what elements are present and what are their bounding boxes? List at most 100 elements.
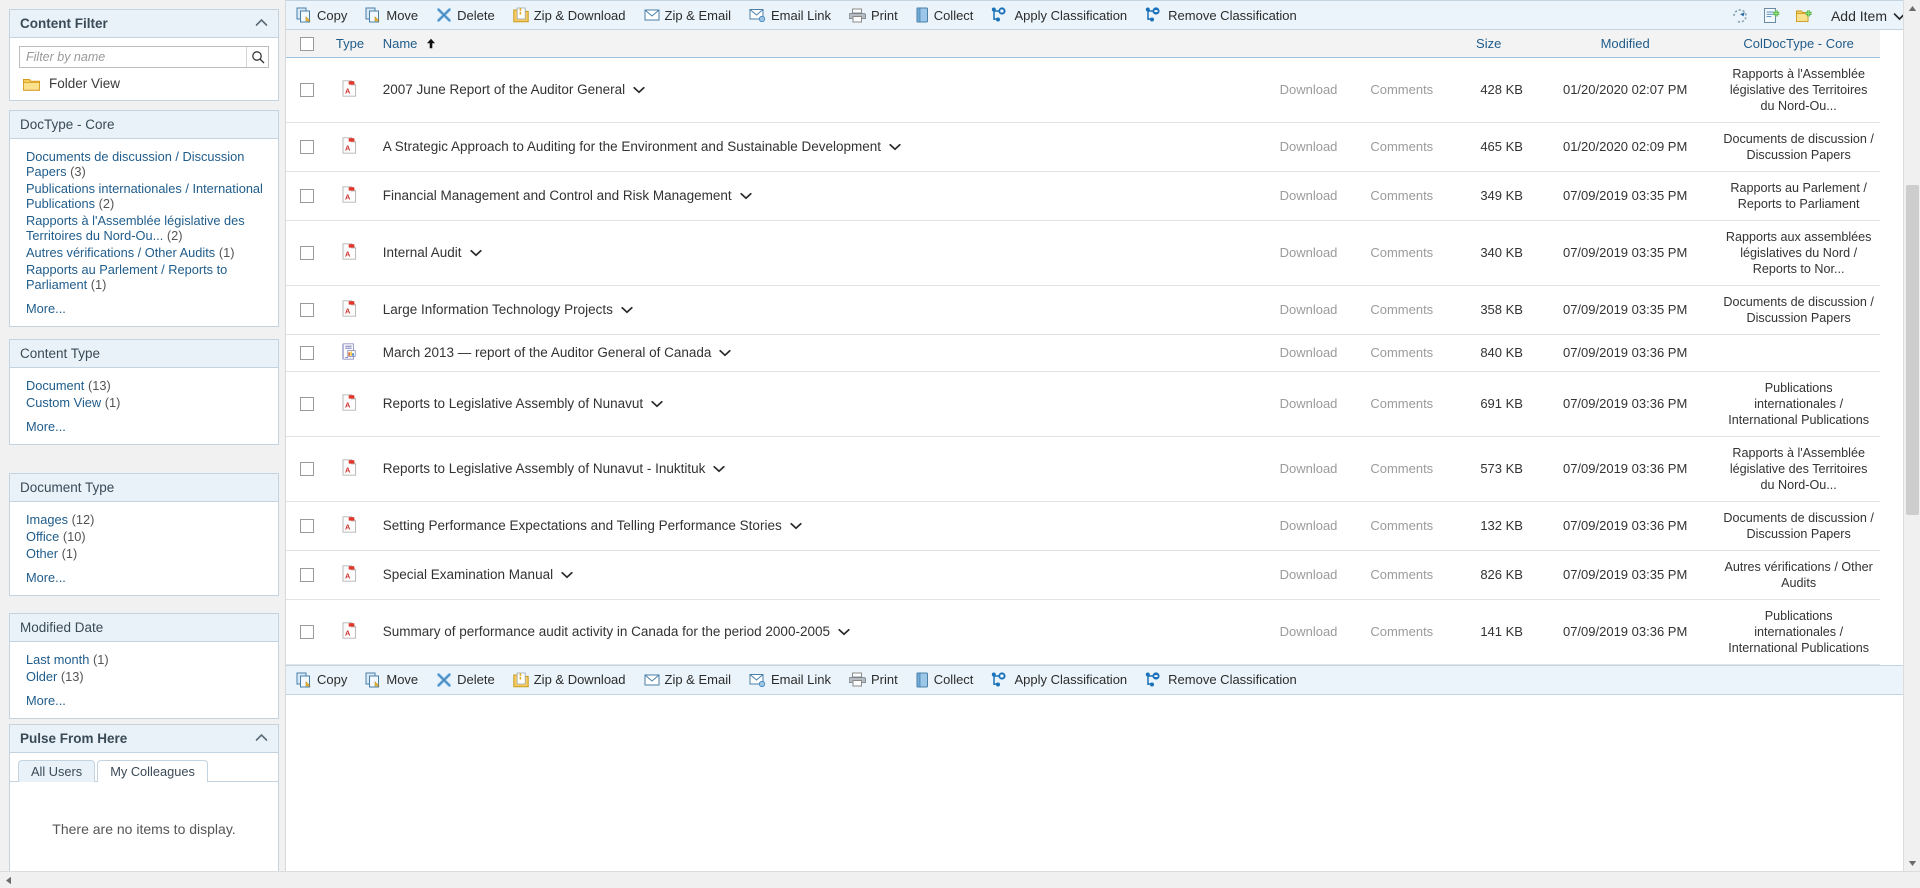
- folder-view-item[interactable]: Folder View: [10, 74, 278, 100]
- facet-item[interactable]: Older (13): [10, 668, 278, 685]
- chevron-down-icon[interactable]: [561, 569, 573, 581]
- scroll-left-button[interactable]: [0, 872, 17, 888]
- facet-more-link[interactable]: More...: [10, 411, 278, 434]
- pulse-header[interactable]: Pulse From Here: [10, 725, 278, 753]
- type-header[interactable]: Type: [327, 30, 373, 58]
- download-link[interactable]: Download: [1280, 139, 1338, 154]
- chevron-down-icon[interactable]: [651, 398, 663, 410]
- document-name-link[interactable]: Reports to Legislative Assembly of Nunav…: [383, 396, 643, 411]
- horizontal-scrollbar[interactable]: [0, 871, 1920, 888]
- select-all-checkbox[interactable]: [299, 37, 314, 52]
- toolbar-collect-button[interactable]: Collect: [910, 666, 986, 694]
- facet-item[interactable]: Documents de discussion / Discussion Pap…: [10, 148, 278, 180]
- row-checkbox[interactable]: [299, 83, 314, 98]
- download-link[interactable]: Download: [1280, 245, 1338, 260]
- document-name-link[interactable]: Special Examination Manual: [383, 567, 553, 582]
- toolbar-apply-classification-button[interactable]: Apply Classification: [985, 666, 1139, 694]
- download-link[interactable]: Download: [1280, 624, 1338, 639]
- chevron-down-icon[interactable]: [713, 463, 726, 475]
- facet-item-label[interactable]: Rapports au Parlement / Reports to Parli…: [26, 262, 227, 292]
- size-header-link[interactable]: Size: [1476, 36, 1501, 51]
- document-name-link[interactable]: Internal Audit: [383, 245, 462, 260]
- document-name-link[interactable]: March 2013 — report of the Auditor Gener…: [383, 345, 712, 360]
- row-checkbox[interactable]: [299, 303, 314, 318]
- table-row[interactable]: A Financial Management and Control and Ri…: [286, 171, 1880, 221]
- facet-item-label[interactable]: Documents de discussion / Discussion Pap…: [26, 149, 244, 179]
- toolbar-remove-classification-button[interactable]: Remove Classification: [1139, 666, 1309, 694]
- toolbar-copy-button[interactable]: Copy: [290, 1, 359, 29]
- facet-item-label[interactable]: Autres vérifications / Other Audits: [26, 245, 215, 260]
- comments-link[interactable]: Comments: [1370, 302, 1433, 317]
- chevron-down-icon[interactable]: [790, 520, 802, 532]
- document-name-link[interactable]: Summary of performance audit activity in…: [383, 624, 830, 639]
- comments-link[interactable]: Comments: [1370, 518, 1433, 533]
- vertical-scrollbar[interactable]: [1903, 0, 1920, 872]
- toolbar-move-button[interactable]: Move: [359, 1, 430, 29]
- toolbar-print-button[interactable]: Print: [843, 1, 910, 29]
- download-link[interactable]: Download: [1280, 82, 1338, 97]
- facet-item-label[interactable]: Images: [26, 512, 68, 527]
- facet-item[interactable]: Document (13): [10, 377, 278, 394]
- tab-my-colleagues[interactable]: My Colleagues: [97, 760, 208, 782]
- comments-link[interactable]: Comments: [1370, 82, 1433, 97]
- facet-item-label[interactable]: Rapports à l'Assemblée législative des T…: [26, 213, 245, 243]
- table-row[interactable]: A Large Information Technology Projects Do…: [286, 285, 1880, 335]
- scroll-down-button[interactable]: [1904, 855, 1920, 872]
- toolbar-zip-email-button[interactable]: Zip & Email: [638, 666, 743, 694]
- add-folder-icon[interactable]: [1795, 7, 1813, 25]
- comments-link[interactable]: Comments: [1370, 461, 1433, 476]
- facet-more-link[interactable]: More...: [10, 685, 278, 708]
- download-link[interactable]: Download: [1280, 518, 1338, 533]
- facet-more-link[interactable]: More...: [10, 293, 278, 316]
- row-checkbox[interactable]: [299, 140, 314, 155]
- facet-item[interactable]: Last month (1): [10, 651, 278, 668]
- comments-link[interactable]: Comments: [1370, 567, 1433, 582]
- toolbar-delete-button[interactable]: Delete: [430, 666, 507, 694]
- category-header-link[interactable]: ColDocType - Core: [1743, 36, 1854, 51]
- chevron-down-icon[interactable]: [633, 84, 645, 96]
- facet-item-label[interactable]: Office: [26, 529, 59, 544]
- facet-item-label[interactable]: Last month: [26, 652, 89, 667]
- comments-link[interactable]: Comments: [1370, 188, 1433, 203]
- document-name-link[interactable]: 2007 June Report of the Auditor General: [383, 82, 625, 97]
- facet-more-link[interactable]: More...: [10, 562, 278, 585]
- chevron-up-icon[interactable]: [255, 733, 268, 745]
- comments-link[interactable]: Comments: [1370, 624, 1433, 639]
- content-filter-header[interactable]: Content Filter: [10, 10, 278, 38]
- facet-item-label[interactable]: Other: [26, 546, 58, 561]
- toolbar-zip-email-button[interactable]: Zip & Email: [638, 1, 743, 29]
- facet-item[interactable]: Office (10): [10, 528, 278, 545]
- facet-header-3[interactable]: Modified Date: [10, 614, 278, 642]
- toolbar-apply-classification-button[interactable]: Apply Classification: [985, 1, 1139, 29]
- name-header[interactable]: Name: [372, 30, 1262, 58]
- chevron-down-icon[interactable]: [889, 141, 901, 153]
- table-row[interactable]: A Setting Performance Expectations and Te…: [286, 501, 1880, 551]
- facet-item-label[interactable]: Document: [26, 378, 84, 393]
- modified-header-link[interactable]: Modified: [1601, 36, 1650, 51]
- facet-item-label[interactable]: Custom View: [26, 395, 101, 410]
- facet-item[interactable]: Publications internationales / Internati…: [10, 180, 278, 212]
- row-checkbox[interactable]: [299, 189, 314, 204]
- toolbar-move-button[interactable]: Move: [359, 666, 430, 694]
- toolbar-remove-classification-button[interactable]: Remove Classification: [1139, 1, 1309, 29]
- table-row[interactable]: A Reports to Legislative Assembly of Nuna…: [286, 371, 1880, 437]
- chevron-down-icon[interactable]: [469, 247, 482, 259]
- toolbar-print-button[interactable]: Print: [843, 666, 910, 694]
- comments-link[interactable]: Comments: [1370, 245, 1433, 260]
- row-checkbox[interactable]: [299, 519, 314, 534]
- modified-header[interactable]: Modified: [1532, 30, 1718, 58]
- facet-header-2[interactable]: Document Type: [10, 474, 278, 502]
- facet-item[interactable]: Rapports à l'Assemblée législative des T…: [10, 212, 278, 244]
- facet-header-0[interactable]: DocType - Core: [10, 111, 278, 139]
- chevron-up-icon[interactable]: [255, 18, 268, 30]
- add-item-button[interactable]: Add Item: [1827, 8, 1906, 24]
- toolbar-email-link-button[interactable]: Email Link: [743, 1, 843, 29]
- tab-all-users[interactable]: All Users: [18, 760, 96, 782]
- download-link[interactable]: Download: [1280, 188, 1338, 203]
- facet-item[interactable]: Other (1): [10, 545, 278, 562]
- search-input[interactable]: [20, 47, 246, 67]
- chevron-down-icon[interactable]: [740, 190, 752, 202]
- facet-item-label[interactable]: Publications internationales / Internati…: [26, 181, 263, 211]
- add-document-icon[interactable]: [1763, 7, 1781, 25]
- table-row[interactable]: A 2007 June Report of the Auditor General…: [286, 57, 1880, 123]
